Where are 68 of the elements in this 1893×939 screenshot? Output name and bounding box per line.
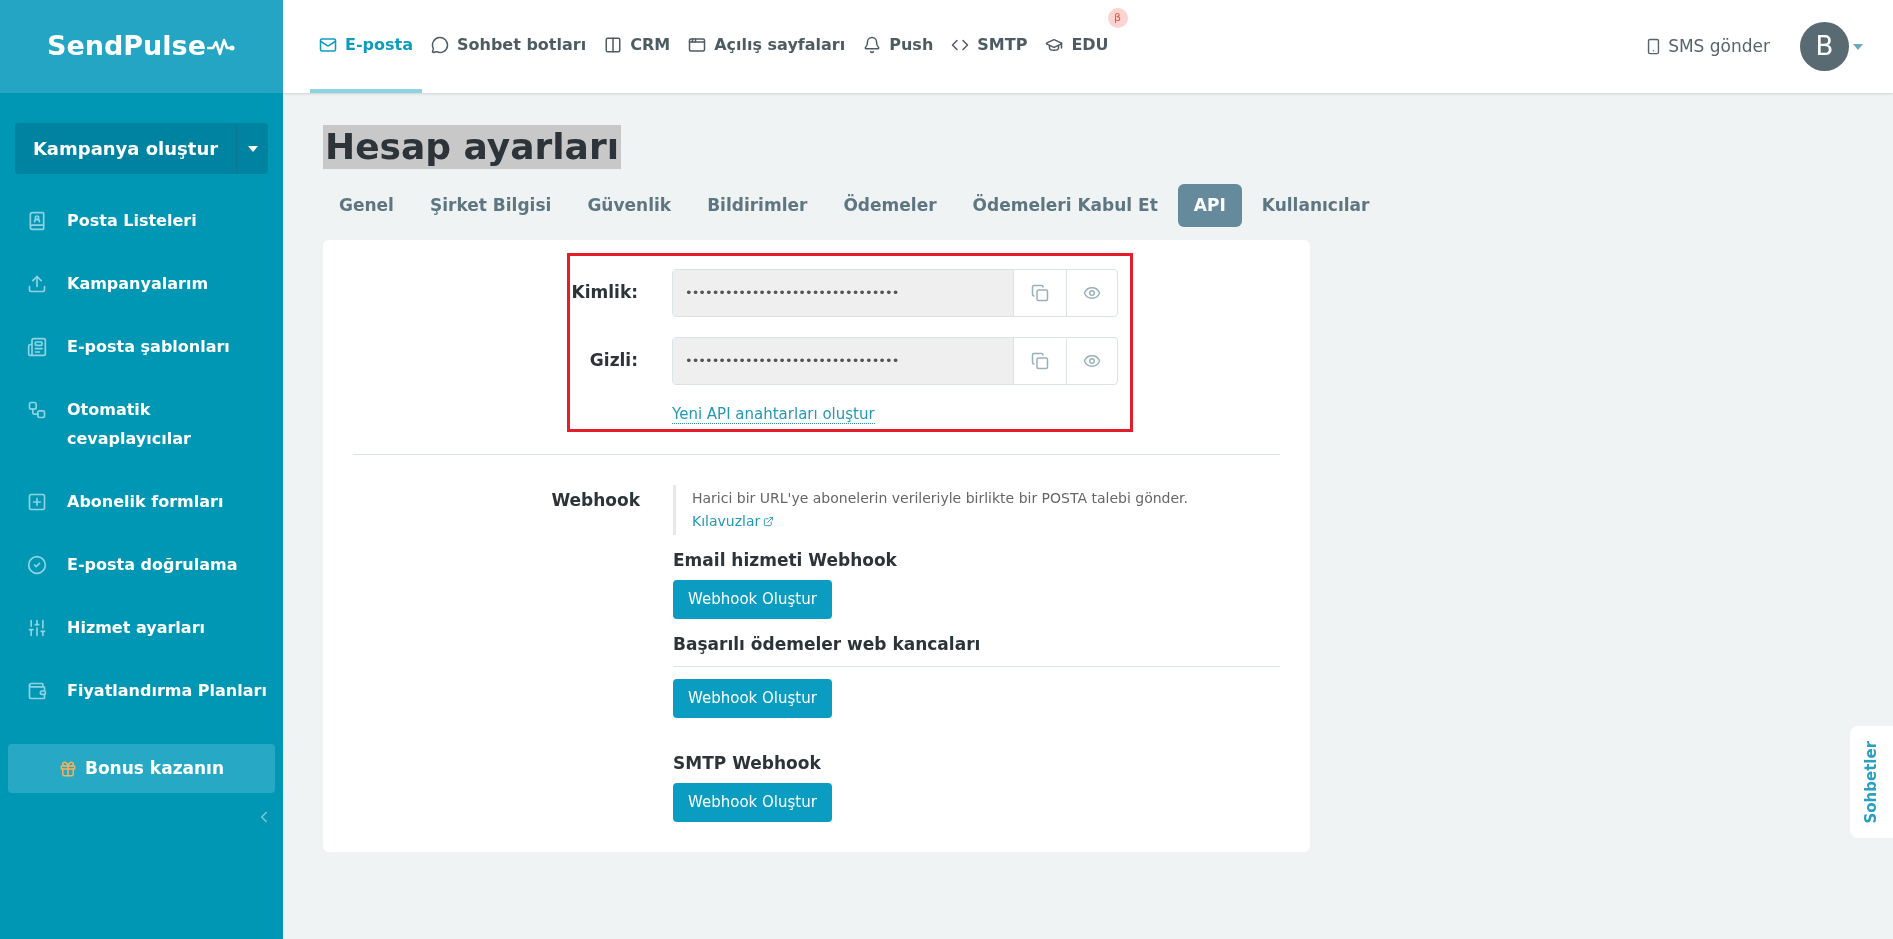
nav-tab[interactable]: Açılış sayfaları — [679, 0, 855, 93]
eye-icon — [1083, 284, 1101, 302]
check-circle-icon — [27, 555, 47, 575]
nav-tab[interactable]: SMTP — [942, 0, 1037, 93]
caret-icon[interactable] — [1853, 43, 1863, 50]
chat-tab-label: Sohbetler — [1861, 740, 1882, 824]
settings-tab[interactable]: Şirket Bilgisi — [413, 184, 568, 227]
field-label: Kimlik: — [570, 281, 638, 305]
nav-tab[interactable]: E-posta — [310, 0, 422, 93]
chat-side-tab[interactable]: Sohbetler — [1850, 726, 1893, 838]
sliders-icon — [27, 618, 47, 638]
key-field[interactable]: •••••••••••••••••••••••••••••••• — [672, 269, 1118, 317]
upload-icon — [27, 274, 47, 294]
settings-tab[interactable]: Genel — [323, 184, 410, 227]
copy-icon — [1031, 284, 1049, 302]
beta-badge: β — [1107, 8, 1128, 28]
envelope-icon — [319, 35, 337, 54]
eye-icon — [1083, 352, 1101, 370]
wallet-icon — [27, 681, 47, 701]
guide-link[interactable]: Kılavuzlar — [692, 510, 775, 532]
settings-tab[interactable]: Kullanıcılar — [1245, 184, 1386, 227]
create-webhook-button[interactable]: Webhook Oluştur — [673, 580, 832, 619]
sidebar-item[interactable]: Kampanyalarım — [0, 252, 283, 315]
bell-icon — [863, 35, 882, 54]
bonus-button[interactable]: Bonus kazanın — [8, 744, 275, 793]
workflow-icon — [27, 400, 47, 420]
sidebar-item[interactable]: E-posta şablonları — [0, 315, 283, 378]
avatar[interactable]: B — [1800, 22, 1849, 71]
sidebar-item[interactable]: Posta Listeleri — [0, 189, 283, 252]
field-label: Gizli: — [588, 349, 638, 373]
copy-icon — [1031, 352, 1049, 370]
sidebar-item[interactable]: Fiyatlandırma Planları — [0, 659, 283, 722]
page-title: Hesap ayarları — [323, 125, 621, 169]
section-title: SMTP Webhook — [673, 752, 822, 775]
sidebar-item[interactable]: E-posta doğrulama — [0, 533, 283, 596]
plus-square-icon — [27, 492, 47, 512]
nav-tab[interactable]: CRM — [595, 0, 680, 93]
chat-bubble-icon — [431, 35, 449, 54]
new-keys-link[interactable]: Yeni API anahtarları oluştur — [672, 405, 875, 424]
settings-tab[interactable]: Ödemeler — [827, 184, 953, 227]
webhook-label: Webhook — [550, 489, 640, 512]
sidebar-item[interactable]: Otomatik cevaplayıcılar — [0, 378, 283, 470]
key-field[interactable]: •••••••••••••••••••••••••••••••• — [672, 337, 1118, 385]
settings-tab[interactable]: Ödemeleri Kabul Et — [956, 184, 1174, 227]
sidebar-item[interactable]: Abonelik formları — [0, 470, 283, 533]
create-webhook-button[interactable]: Webhook Oluştur — [673, 679, 832, 718]
section-title: Email hizmeti Webhook — [673, 549, 898, 572]
address-book-icon — [27, 211, 47, 231]
create-campaign-button[interactable]: Kampanya oluştur — [15, 123, 236, 174]
logo[interactable]: SendPulse — [47, 26, 236, 67]
newspaper-icon — [27, 337, 47, 357]
settings-tab[interactable]: Bildirimler — [691, 184, 824, 227]
create-webhook-button[interactable]: Webhook Oluştur — [673, 783, 832, 822]
sidebar-item[interactable]: Hizmet ayarları — [0, 596, 283, 659]
caret-icon — [247, 145, 258, 152]
nav-tab[interactable]: Push — [854, 0, 943, 93]
settings-tab[interactable]: API — [1177, 184, 1242, 227]
section-title: Başarılı ödemeler web kancaları — [673, 632, 1280, 667]
key-value: •••••••••••••••••••••••••••••••• — [673, 338, 1013, 384]
gift-icon — [58, 759, 77, 778]
window-icon — [688, 35, 707, 54]
sms-link[interactable]: SMS gönder — [1645, 0, 1770, 93]
columns-icon — [604, 35, 623, 54]
external-link-icon — [763, 515, 775, 527]
settings-tab[interactable]: Güvenlik — [571, 184, 688, 227]
nav-tab[interactable]: Sohbet botları — [422, 0, 596, 93]
webhook-description: Harici bir URL'ye abonelerin verileriyle birlikte bir POSTA talebi gönder. — [692, 489, 1189, 508]
key-value: •••••••••••••••••••••••••••••••• — [673, 270, 1013, 316]
